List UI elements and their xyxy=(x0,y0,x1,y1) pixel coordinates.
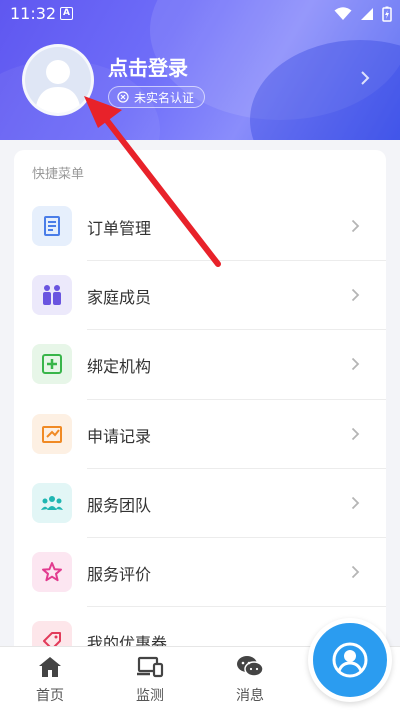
menu-item-family[interactable]: 家庭成员 xyxy=(14,261,386,331)
menu-item-service-review[interactable]: 服务评价 xyxy=(14,538,386,608)
wifi-icon xyxy=(334,7,352,20)
battery-icon xyxy=(382,6,392,22)
team-icon xyxy=(32,482,72,523)
menu-item-service-team[interactable]: 服务团队 xyxy=(14,469,386,538)
profile-fab-button[interactable] xyxy=(308,618,392,702)
home-icon xyxy=(39,657,61,677)
chevron-right-icon xyxy=(351,358,360,371)
chevron-right-icon xyxy=(351,565,360,579)
order-icon xyxy=(32,206,72,246)
tab-label: 消息 xyxy=(236,688,264,704)
chevron-right-icon xyxy=(351,289,360,302)
verification-status-label: 未实名认证 xyxy=(134,90,195,105)
menu-item-bind-institution[interactable]: 绑定机构 xyxy=(14,330,386,400)
devices-icon xyxy=(137,656,164,678)
verification-status-badge[interactable]: 未实名认证 xyxy=(108,86,206,108)
user-profile-icon xyxy=(332,642,368,678)
quick-menu-list: 订单管理 家庭成员 绑定机构 申请记录 服务团队 服务评价 我的优惠券 xyxy=(14,192,386,676)
menu-item-label: 订单管理 xyxy=(87,219,152,238)
chevron-right-icon xyxy=(351,427,360,440)
tab-home[interactable]: 首页 xyxy=(10,655,90,705)
unverified-x-icon xyxy=(117,91,129,103)
signal-icon xyxy=(361,8,373,20)
menu-item-label: 服务团队 xyxy=(87,495,152,515)
tab-label: 首页 xyxy=(36,688,64,704)
menu-item-label: 家庭成员 xyxy=(87,288,152,308)
tab-monitor[interactable]: 监测 xyxy=(110,655,190,705)
menu-item-label: 申请记录 xyxy=(87,426,152,446)
family-icon xyxy=(32,275,72,316)
chat-icon xyxy=(237,656,264,677)
menu-item-label: 绑定机构 xyxy=(87,357,152,377)
menu-item-orders[interactable]: 订单管理 xyxy=(14,192,386,262)
menu-item-label: 服务评价 xyxy=(87,564,152,584)
tab-messages[interactable]: 消息 xyxy=(210,655,290,705)
tab-label: 监测 xyxy=(136,688,164,704)
status-bar: 11:32 A xyxy=(0,0,400,28)
plus-box-icon xyxy=(32,344,72,385)
quick-menu-title: 快捷菜单 xyxy=(32,167,85,182)
avatar[interactable] xyxy=(22,44,94,116)
chevron-right-icon[interactable] xyxy=(360,70,370,86)
chevron-right-icon xyxy=(351,496,360,509)
record-icon xyxy=(32,413,72,454)
star-icon xyxy=(32,551,72,592)
chevron-right-icon xyxy=(351,219,360,233)
quick-menu-card: 快捷菜单 订单管理 家庭成员 绑定机构 申请记录 服务团队 服务评价 我的优惠券 xyxy=(14,150,386,662)
default-user-icon xyxy=(35,60,81,113)
login-prompt[interactable]: 点击登录 xyxy=(108,52,188,81)
status-time: 11:32 xyxy=(10,4,57,23)
notification-a-icon: A xyxy=(60,7,73,20)
menu-item-application-records[interactable]: 申请记录 xyxy=(14,400,386,469)
